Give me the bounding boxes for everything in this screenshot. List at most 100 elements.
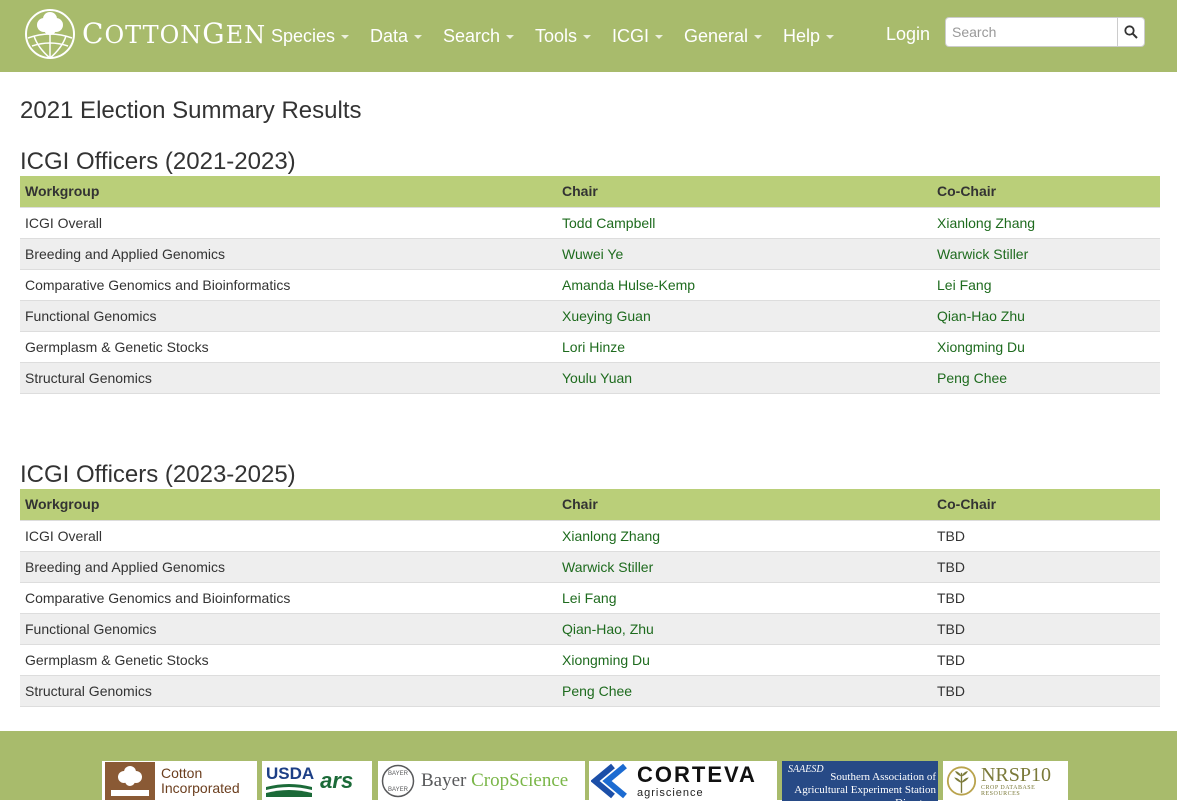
svg-text:BAYER: BAYER — [388, 771, 409, 777]
cochair-link[interactable]: Qian-Hao Zhu — [937, 308, 1025, 324]
col-header-chair: Chair — [557, 176, 932, 207]
cochair-cell: TBD — [932, 551, 1160, 583]
cochair-cell: Warwick Stiller — [932, 238, 1160, 270]
sponsor-cotton-incorporated[interactable]: Cotton Incorporated — [102, 761, 257, 801]
main-menu: Species Data Search Tools ICGI General H… — [271, 0, 843, 72]
cochair-link[interactable]: Peng Chee — [937, 370, 1007, 386]
login-link[interactable]: Login — [886, 0, 930, 68]
cotton-globe-icon — [25, 9, 75, 59]
chair-cell: Xiongming Du — [557, 644, 932, 676]
col-header-chair: Chair — [557, 489, 932, 520]
nav-general-menu[interactable]: General — [684, 0, 783, 72]
cochair-link[interactable]: Xianlong Zhang — [937, 215, 1035, 231]
table-row: Germplasm & Genetic Stocks Lori Hinze Xi… — [20, 331, 1160, 363]
table-row: Functional Genomics Xueying Guan Qian-Ha… — [20, 300, 1160, 332]
table-row: ICGI Overall Xianlong Zhang TBD — [20, 519, 1160, 552]
page-title: 2021 Election Summary Results — [20, 97, 362, 124]
usda-logo: USDA — [266, 765, 314, 797]
sponsor-usda-ars[interactable]: USDA ars — [262, 761, 372, 801]
workgroup-cell: ICGI Overall — [20, 206, 557, 239]
col-header-cochair: Co-Chair — [932, 176, 1160, 207]
workgroup-cell: Breeding and Applied Genomics — [20, 238, 557, 270]
sponsor-bayer-cropscience[interactable]: BAYER BAYER Bayer CropScience — [378, 761, 585, 801]
brand-name: COTTONGEN — [82, 17, 267, 50]
chair-link[interactable]: Todd Campbell — [562, 215, 655, 231]
workgroup-cell: Comparative Genomics and Bioinformatics — [20, 269, 557, 301]
caret-down-icon — [583, 35, 592, 39]
caret-down-icon — [826, 35, 835, 39]
workgroup-cell: Functional Genomics — [20, 613, 557, 645]
brand-logo-link[interactable]: COTTONGEN — [24, 8, 266, 60]
svg-text:BAYER: BAYER — [388, 787, 409, 793]
ars-wordmark: ars — [320, 768, 354, 793]
sponsor-saaesd[interactable]: SAAESD Southern Association of Agricultur… — [782, 761, 938, 801]
chair-link[interactable]: Wuwei Ye — [562, 246, 623, 262]
usda-hills-icon — [266, 784, 312, 797]
sponsor-nrsp10[interactable]: NRSP10 CROP DATABASE RESOURCES — [943, 761, 1068, 801]
nav-icgi-menu[interactable]: ICGI — [612, 0, 684, 72]
workgroup-cell: Germplasm & Genetic Stocks — [20, 331, 557, 363]
cochair-link[interactable]: Xiongming Du — [937, 339, 1025, 355]
col-header-cochair: Co-Chair — [932, 489, 1160, 520]
chair-cell: Qian-Hao, Zhu — [557, 613, 932, 645]
corteva-wordmark: CORTEVA agriscience — [637, 761, 757, 799]
nav-species-menu[interactable]: Species — [271, 0, 370, 72]
chair-link[interactable]: Lei Fang — [562, 590, 616, 606]
table-header-row: Workgroup Chair Co-Chair — [20, 489, 1160, 520]
sponsor-corteva[interactable]: CORTEVA agriscience — [589, 761, 777, 801]
search-input[interactable] — [945, 17, 1117, 47]
chair-link[interactable]: Xueying Guan — [562, 308, 651, 324]
table-row: Structural Genomics Youlu Yuan Peng Chee — [20, 362, 1160, 394]
cochair-cell: TBD — [932, 613, 1160, 645]
chair-cell: Warwick Stiller — [557, 551, 932, 583]
chair-link[interactable]: Xiongming Du — [562, 652, 650, 668]
nav-help-menu[interactable]: Help — [783, 0, 843, 72]
search-button[interactable] — [1117, 17, 1145, 47]
nav-tools-menu[interactable]: Tools — [535, 0, 612, 72]
chair-link[interactable]: Amanda Hulse-Kemp — [562, 277, 695, 293]
workgroup-cell: Structural Genomics — [20, 362, 557, 394]
caret-down-icon — [506, 35, 515, 39]
workgroup-cell: Comparative Genomics and Bioinformatics — [20, 582, 557, 614]
nrsp10-wordmark: NRSP10 CROP DATABASE RESOURCES — [980, 764, 1052, 797]
nav-search-menu[interactable]: Search — [443, 0, 535, 72]
chair-cell: Youlu Yuan — [557, 362, 932, 394]
chair-cell: Xueying Guan — [557, 300, 932, 332]
table-row: Breeding and Applied Genomics Warwick St… — [20, 551, 1160, 583]
table-row: Comparative Genomics and Bioinformatics … — [20, 582, 1160, 614]
footer: Cotton Incorporated USDA ars BAYER BAYER … — [0, 731, 1177, 801]
caret-down-icon — [754, 35, 763, 39]
cochair-cell: Lei Fang — [932, 269, 1160, 301]
table-row: Germplasm & Genetic Stocks Xiongming Du … — [20, 644, 1160, 676]
cochair-cell: TBD — [932, 519, 1160, 552]
chair-link[interactable]: Warwick Stiller — [562, 559, 653, 575]
table-row: Comparative Genomics and Bioinformatics … — [20, 269, 1160, 301]
cochair-cell: Peng Chee — [932, 362, 1160, 394]
corteva-chevron-icon — [591, 763, 627, 799]
section-title-2023: ICGI Officers (2023-2025) — [20, 461, 296, 488]
chair-cell: Wuwei Ye — [557, 238, 932, 270]
cochair-link[interactable]: Warwick Stiller — [937, 246, 1028, 262]
chair-link[interactable]: Qian-Hao, Zhu — [562, 621, 654, 637]
officers-table-2021: Workgroup Chair Co-Chair ICGI Overall To… — [20, 176, 1160, 394]
caret-down-icon — [655, 35, 664, 39]
chair-cell: Amanda Hulse-Kemp — [557, 269, 932, 301]
table-row: ICGI Overall Todd Campbell Xianlong Zhan… — [20, 206, 1160, 239]
saaesd-wordmark: Southern Association of Agricultural Expe… — [794, 771, 936, 801]
bayer-cross-icon: BAYER BAYER — [381, 764, 415, 798]
nrsp10-wheat-icon — [946, 766, 977, 796]
navbar: COTTONGEN Species Data Search Tools ICGI… — [0, 0, 1177, 72]
nav-data-menu[interactable]: Data — [370, 0, 443, 72]
officers-table-2023: Workgroup Chair Co-Chair ICGI Overall Xi… — [20, 489, 1160, 707]
chair-link[interactable]: Youlu Yuan — [562, 370, 632, 386]
search-icon — [1124, 25, 1138, 39]
chair-link[interactable]: Peng Chee — [562, 683, 632, 699]
cochair-link[interactable]: Lei Fang — [937, 277, 991, 293]
cochair-cell: TBD — [932, 644, 1160, 676]
cotton-incorporated-logo-icon — [105, 762, 155, 800]
cochair-cell: Xiongming Du — [932, 331, 1160, 363]
usda-wordmark: USDA — [266, 764, 315, 783]
chair-link[interactable]: Lori Hinze — [562, 339, 625, 355]
cochair-cell: Qian-Hao Zhu — [932, 300, 1160, 332]
chair-link[interactable]: Xianlong Zhang — [562, 528, 660, 544]
